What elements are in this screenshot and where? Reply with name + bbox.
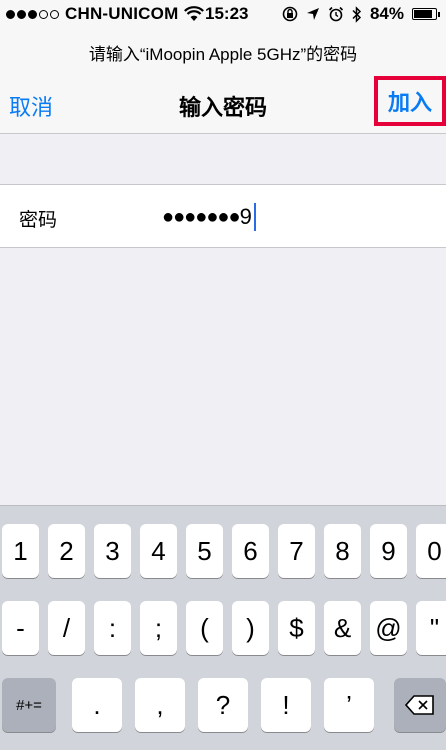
signal-dot [28,9,37,19]
password-last-char: 9 [239,204,252,229]
key-at[interactable]: @ [370,601,407,655]
signal-dot [6,9,15,19]
key-8[interactable]: 8 [324,524,361,578]
signal-dot [17,9,26,19]
battery-body [412,8,437,20]
key-4[interactable]: 4 [140,524,177,578]
key-1[interactable]: 1 [2,524,39,578]
password-label: 密码 [19,210,58,231]
bluetooth-icon [352,5,362,23]
key-9[interactable]: 9 [370,524,407,578]
key-5[interactable]: 5 [186,524,223,578]
key-6[interactable]: 6 [232,524,269,578]
key-question[interactable]: ? [198,678,248,732]
key-apostrophe[interactable]: ’ [324,678,374,732]
key-hyphen[interactable]: - [2,601,39,655]
key-0[interactable]: 0 [416,524,446,578]
key-7[interactable]: 7 [278,524,315,578]
status-right: 84% [282,4,440,24]
key-semicolon[interactable]: ; [140,601,177,655]
key-colon[interactable]: : [94,601,131,655]
wifi-icon [184,6,205,21]
status-left: CHN-UNICOM [6,4,205,24]
key-open-paren[interactable]: ( [186,601,223,655]
key-ampersand[interactable]: & [324,601,361,655]
delete-key[interactable] [394,678,446,732]
key-close-paren[interactable]: ) [232,601,269,655]
password-masked-text: ●●●●●●● [162,205,241,228]
nav-header: 请输入“iMoopin Apple 5GHz”的密码 取消 输入密码 加入 [0,28,446,134]
key-period[interactable]: . [72,678,122,732]
key-quote[interactable]: " [416,601,446,655]
signal-dot [50,9,59,19]
battery-tip [438,11,440,17]
key-exclamation[interactable]: ! [261,678,311,732]
network-prompt: 请输入“iMoopin Apple 5GHz”的密码 [88,45,358,64]
key-comma[interactable]: , [135,678,185,732]
join-highlight-box: 加入 [374,76,446,126]
password-row: 密码 ●●●●●●● 9 [0,184,446,248]
carrier-name: CHN-UNICOM [65,4,179,23]
battery-percent: 84% [369,4,404,23]
symbols-mode-key[interactable]: #+= [2,678,56,732]
text-caret [253,203,256,231]
key-2[interactable]: 2 [48,524,85,578]
battery-fill [414,10,432,18]
rotation-lock-icon [282,6,298,22]
keyboard: 1 2 3 4 5 6 7 8 9 0 - / : ; ( ) $ & @ " … [0,505,446,750]
key-dollar[interactable]: $ [278,601,315,655]
alarm-icon [328,6,344,22]
join-button[interactable]: 加入 [388,85,432,117]
signal-dot [39,9,48,19]
key-3[interactable]: 3 [94,524,131,578]
battery-icon [412,8,440,20]
password-input[interactable]: ●●●●●●● 9 [162,201,256,233]
signal-strength-icon [6,9,59,19]
key-slash[interactable]: / [48,601,85,655]
delete-icon [405,695,434,715]
location-icon [306,8,319,20]
status-bar: CHN-UNICOM 15:23 84% [0,0,446,28]
status-time: 15:23 [205,4,249,23]
